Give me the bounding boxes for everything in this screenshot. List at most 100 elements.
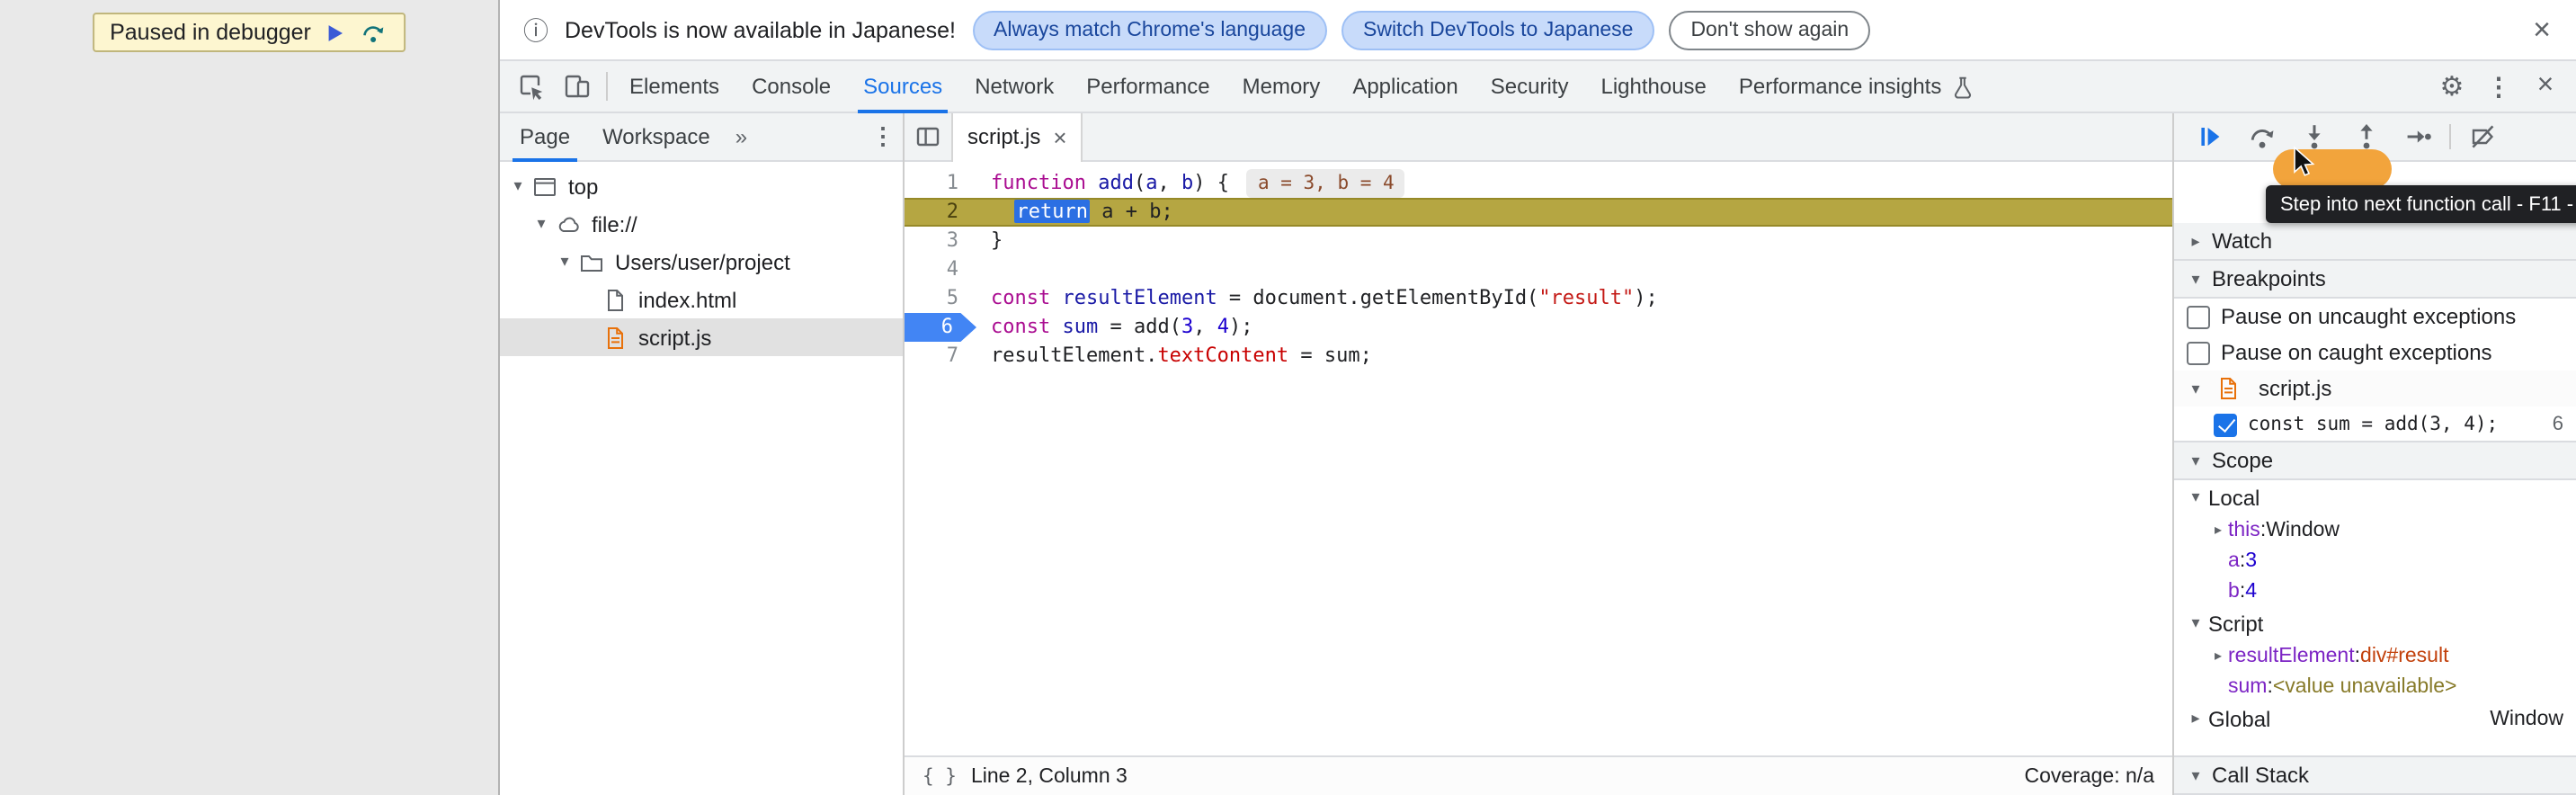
breakpoint-file-group[interactable]: ▾script.js: [2174, 371, 2576, 406]
step-icon[interactable]: [2392, 113, 2444, 160]
switch-devtools-to-japanese-button[interactable]: Switch DevTools to Japanese: [1341, 10, 1654, 49]
inline-parameter-hint: a = 3, b = 4: [1247, 169, 1405, 198]
close-tab-icon[interactable]: ×: [1053, 123, 1066, 150]
tab-console[interactable]: Console: [735, 60, 847, 112]
device-toolbar-icon[interactable]: [554, 63, 601, 110]
navigator-kebab-icon[interactable]: ⋮: [863, 122, 903, 151]
triangle-icon: ▸: [2208, 648, 2228, 664]
tab-application[interactable]: Application: [1336, 60, 1474, 112]
pretty-print-icon[interactable]: { }: [923, 765, 957, 787]
banner-close-icon[interactable]: ×: [2526, 12, 2558, 48]
tab-network[interactable]: Network: [958, 60, 1070, 112]
tab-security[interactable]: Security: [1475, 60, 1585, 112]
checkbox[interactable]: [2214, 413, 2237, 436]
scope-variable-a[interactable]: a: 3: [2174, 545, 2576, 576]
triangle-icon: ▾: [2187, 379, 2205, 398]
tree-item-file[interactable]: ▾file://: [500, 205, 903, 243]
panels: PageWorkspace » ⋮ ▾top▾file://▾Users/use…: [500, 113, 2576, 795]
line-number[interactable]: 2: [905, 198, 976, 227]
banner-actions: Always match Chrome's language Switch Dev…: [972, 10, 1870, 49]
scope-section-script[interactable]: ▾Script: [2174, 606, 2576, 640]
variable-value: 3: [2245, 549, 2257, 571]
scope-section-global[interactable]: ▸GlobalWindow: [2174, 701, 2576, 736]
triangle-icon: ▾: [2187, 269, 2205, 289]
section-breakpoints[interactable]: ▾ Breakpoints: [2174, 259, 2576, 299]
tab-label: Lighthouse: [1600, 74, 1706, 99]
resume-script-icon[interactable]: [2183, 113, 2235, 160]
paused-message-partial: [2273, 149, 2392, 189]
line-number[interactable]: 3: [905, 227, 976, 255]
navigator-tab-workspace[interactable]: Workspace: [586, 112, 726, 161]
editor-statusbar: { } Line 2, Column 3 Coverage: n/a: [905, 755, 2172, 795]
toggle-navigator-icon[interactable]: [905, 113, 951, 160]
kebab-menu-icon[interactable]: ⋮: [2475, 63, 2522, 110]
overlay-step-over-button[interactable]: [360, 20, 388, 45]
section-watch[interactable]: ▸ Watch: [2174, 221, 2576, 261]
variable-value: 4: [2245, 580, 2257, 602]
checkbox[interactable]: [2187, 341, 2210, 364]
scope-variable-this[interactable]: ▸this: Window: [2174, 514, 2576, 545]
tree-item-users-user-project[interactable]: ▾Users/user/project: [500, 243, 903, 281]
pause-on-uncaught-exceptions-row[interactable]: Pause on uncaught exceptions: [2174, 299, 2576, 335]
code-text: resultElement.textContent = sum;: [976, 342, 2172, 371]
tree-item-index-html[interactable]: index.html: [500, 281, 903, 318]
scope-section-local[interactable]: ▾Local: [2174, 480, 2576, 514]
code-line-1[interactable]: 1function add(a, b) {a = 3, b = 4: [905, 169, 2172, 198]
line-number[interactable]: 7: [905, 342, 976, 371]
tab-lighthouse[interactable]: Lighthouse: [1584, 60, 1722, 112]
tree-item-label: top: [568, 174, 598, 199]
tree-item-top[interactable]: ▾top: [500, 167, 903, 205]
settings-gear-icon[interactable]: ⚙: [2429, 63, 2475, 110]
code-text: const resultElement = document.getElemen…: [976, 284, 2172, 313]
scope-variable-b[interactable]: b: 4: [2174, 576, 2576, 606]
navigator-tab-page[interactable]: Page: [504, 112, 586, 161]
always-match-chrome-s-language-button[interactable]: Always match Chrome's language: [972, 10, 1327, 49]
section-call-stack[interactable]: ▾ Call Stack: [2174, 755, 2576, 795]
close-devtools-icon[interactable]: ×: [2522, 63, 2569, 110]
deactivate-breakpoints-icon[interactable]: [2456, 113, 2509, 160]
line-number[interactable]: 5: [905, 284, 976, 313]
section-scope[interactable]: ▾ Scope: [2174, 441, 2576, 480]
code-line-3[interactable]: 3}: [905, 227, 2172, 255]
breakpoint-entry[interactable]: const sum = add(3, 4);6: [2174, 406, 2576, 442]
page-icon: [601, 286, 629, 313]
scope-variable-resultelement[interactable]: ▸resultElement: div#result: [2174, 640, 2576, 671]
code-editor[interactable]: 1function add(a, b) {a = 3, b = 42 retur…: [905, 162, 2172, 755]
code-text: function add(a, b) {a = 3, b = 4: [976, 169, 2172, 198]
tab-label: Memory: [1243, 74, 1321, 99]
code-line-4[interactable]: 4: [905, 255, 2172, 284]
line-number[interactable]: 1: [905, 169, 976, 198]
code-line-7[interactable]: 7resultElement.textContent = sum;: [905, 342, 2172, 371]
info-icon: ⓘ: [523, 12, 548, 48]
scope-variable-sum[interactable]: sum: <value unavailable>: [2174, 671, 2576, 701]
inspect-element-icon[interactable]: [507, 63, 554, 110]
code-line-5[interactable]: 5const resultElement = document.getEleme…: [905, 284, 2172, 313]
checkbox-label: Pause on uncaught exceptions: [2221, 304, 2516, 329]
pause-on-caught-exceptions-row[interactable]: Pause on caught exceptions: [2174, 335, 2576, 371]
tab-label: Console: [752, 74, 831, 99]
don-t-show-again-button[interactable]: Don't show again: [1669, 10, 1870, 49]
navigator-tabbar: PageWorkspace » ⋮: [500, 113, 903, 162]
more-tabs-icon[interactable]: »: [726, 124, 756, 149]
tab-memory[interactable]: Memory: [1226, 60, 1337, 112]
triangle-icon: ▾: [2187, 451, 2205, 470]
variable-value: div#result: [2360, 645, 2448, 666]
code-line-6[interactable]: 6const sum = add(3, 4);: [905, 313, 2172, 342]
triangle-icon: ▾: [2187, 487, 2205, 507]
line-number[interactable]: 4: [905, 255, 976, 284]
breakpoint-marker[interactable]: 6: [905, 313, 976, 342]
step-over-icon: [361, 20, 387, 45]
tab-performance[interactable]: Performance: [1070, 60, 1226, 112]
code-line-2[interactable]: 2 return a + b;: [905, 198, 2172, 227]
tab-performance-insights[interactable]: Performance insights: [1723, 60, 1990, 112]
tab-elements[interactable]: Elements: [613, 60, 735, 112]
overlay-resume-button[interactable]: [322, 21, 349, 44]
scope-section-title: Scope: [2212, 448, 2273, 473]
tab-sources[interactable]: Sources: [847, 60, 958, 112]
checkbox-label: Pause on caught exceptions: [2221, 340, 2492, 365]
tree-item-script-js[interactable]: script.js: [500, 318, 903, 356]
triangle-icon: ▸: [2208, 522, 2228, 538]
checkbox[interactable]: [2187, 305, 2210, 328]
editor-tab-script-js[interactable]: script.js ×: [951, 112, 1083, 161]
scope-section-label: Local: [2208, 485, 2260, 510]
